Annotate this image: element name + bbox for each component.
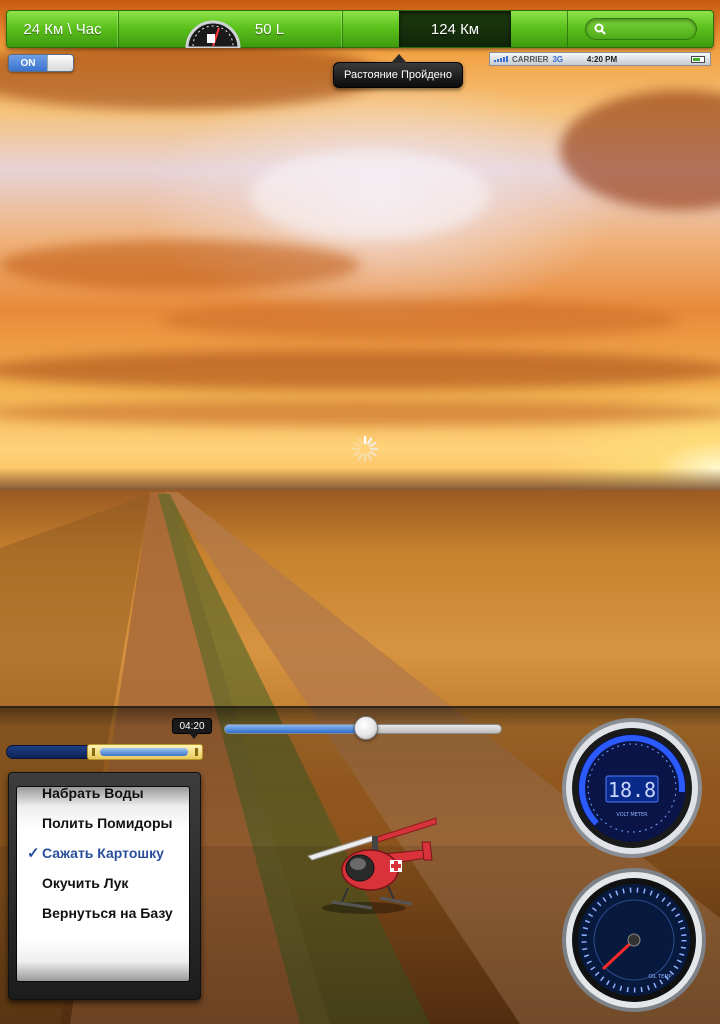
oil-temp-caption: OIL TEMP [648, 974, 671, 980]
fuel-gauge-icon [185, 20, 241, 48]
helicopter-icon [307, 817, 437, 914]
distance-tooltip-text: Растояние Пройдено [344, 69, 452, 81]
distance-display[interactable]: 124 Км [399, 11, 511, 47]
picker-item[interactable]: Окучить Лук [42, 875, 128, 891]
toggle-knob [47, 55, 73, 71]
cloud [160, 300, 680, 340]
search-field[interactable] [584, 18, 697, 40]
checkmark-icon: ✓ [27, 845, 40, 862]
distance-tooltip: Растояние Пройдено [333, 54, 463, 88]
speed-display: 24 Км \ Час [7, 11, 119, 47]
picker-item-selected[interactable]: Сажать Картошку [42, 845, 164, 861]
search-segment [567, 11, 713, 47]
slider-fill [225, 725, 366, 733]
network-label: 3G [552, 54, 564, 64]
fuel-value: 50 L [254, 20, 285, 38]
status-bar: CARRIER 3G 4:20 PM [489, 52, 711, 66]
scrubber-right-handle[interactable] [195, 748, 198, 756]
toggle-on-label: ON [9, 55, 47, 71]
signal-icon [494, 56, 508, 62]
picker-item[interactable]: Полить Помидоры [42, 815, 172, 831]
cloud [250, 150, 490, 240]
volt-meter-gauge: 18.8 VOLT METER [562, 718, 702, 858]
distance-value: 124 Км [430, 20, 480, 38]
picker-item[interactable]: Набрать Воды [42, 787, 144, 801]
scrubber-left-handle[interactable] [92, 748, 95, 756]
search-icon [594, 23, 606, 35]
picker-item[interactable]: Вернуться на Базу [42, 905, 173, 921]
speed-value: 24 Км \ Час [23, 20, 102, 38]
loading-spinner-icon [351, 435, 379, 463]
cloud [0, 400, 720, 426]
scrubber-selection[interactable] [87, 744, 203, 760]
on-off-toggle[interactable]: ON [8, 54, 74, 72]
time-tooltip-text: 04:20 [179, 720, 205, 732]
volt-caption: VOLT METER [616, 812, 648, 818]
volt-readout: 18.8 [608, 778, 656, 802]
status-time: 4:20 PM [586, 54, 618, 64]
fuel-display: 50 L [119, 11, 343, 48]
battery-icon [691, 56, 705, 63]
cloud [0, 240, 360, 290]
oil-temp-gauge: OIL TEMP [562, 868, 706, 1012]
scrubber-range-fill [100, 748, 188, 756]
range-scrubber[interactable] [6, 744, 203, 760]
slider-knob[interactable] [354, 716, 378, 740]
top-toolbar: 24 Км \ Час 50 L 124 Км [6, 10, 714, 48]
cloud [0, 350, 720, 390]
task-picker[interactable]: Набрать Воды Полить Помидоры ✓ Сажать Ка… [16, 786, 190, 982]
time-tooltip: 04:20 [172, 718, 212, 739]
carrier-label: CARRIER [512, 54, 549, 64]
